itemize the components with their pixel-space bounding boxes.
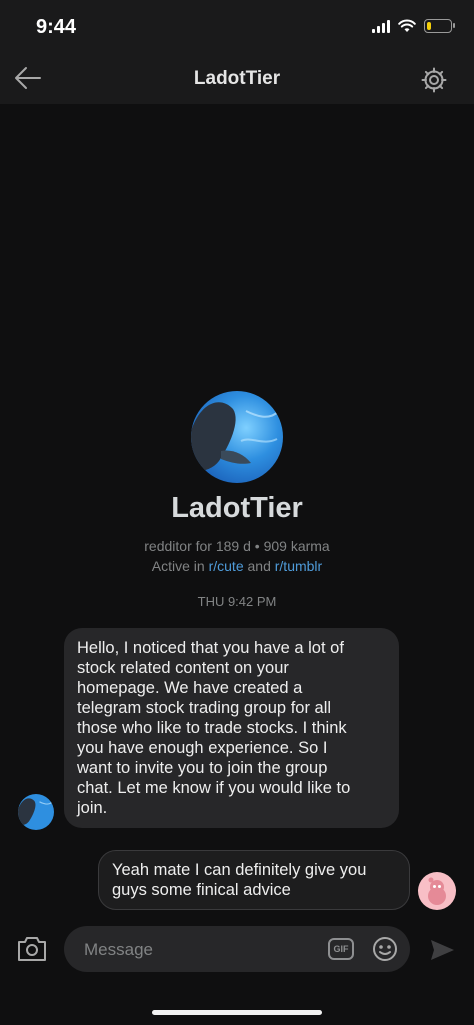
battery-icon [424, 19, 455, 33]
message-line: want to invite you to join the group [77, 759, 328, 777]
cellular-signal-icon [372, 19, 390, 33]
profile-active-communities: Active in r/cute and r/tumblr [0, 558, 474, 574]
active-join: and [243, 558, 275, 574]
status-time: 9:44 [36, 16, 77, 38]
message-line: you have enough experience. So I [77, 739, 328, 757]
profile-meta: redditor for 189 d • 909 karma [144, 538, 330, 554]
message-line: stock related content on your [77, 659, 289, 677]
subreddit-link-cute[interactable]: r/cute [209, 558, 244, 574]
battery-level [427, 22, 431, 30]
gear-icon[interactable] [420, 66, 448, 94]
message-line: guys some finical advice [112, 881, 291, 899]
my-avatar[interactable] [418, 872, 456, 910]
message-line: homepage. We have created a [77, 679, 303, 697]
send-icon[interactable] [428, 936, 456, 964]
home-indicator [152, 1010, 322, 1015]
message-line: those who like to trade stocks. I think [77, 719, 347, 737]
subreddit-link-tumblr[interactable]: r/tumblr [275, 558, 322, 574]
emoji-icon[interactable] [372, 936, 398, 962]
wifi-icon [398, 19, 416, 32]
sender-avatar[interactable] [18, 794, 54, 830]
message-line: Hello, I noticed that you have a lot of [77, 639, 344, 657]
message-line: join. [77, 799, 108, 817]
outgoing-message-bubble[interactable]: Yeah mate I can definitely give you guys… [98, 850, 410, 910]
status-bar: 9:44 [0, 0, 474, 54]
profile-name: LadotTier [171, 492, 303, 524]
message-line: telegram stock trading group for all [77, 699, 332, 717]
profile-avatar[interactable] [191, 391, 283, 483]
status-icons [372, 19, 455, 33]
chat-header: LadotTier [0, 54, 474, 104]
message-line: Yeah mate I can definitely give you [112, 861, 367, 879]
chat-title: LadotTier [193, 68, 281, 89]
message-line: chat. Let me know if you would like to [77, 779, 351, 797]
message-input[interactable]: Message GIF [64, 926, 410, 972]
gif-button[interactable]: GIF [328, 938, 354, 960]
message-timestamp: THU 9:42 PM [197, 594, 277, 609]
camera-icon[interactable] [16, 934, 48, 964]
active-prefix: Active in [151, 558, 209, 574]
incoming-message-bubble[interactable]: Hello, I noticed that you have a lot of … [64, 628, 399, 828]
message-placeholder: Message [84, 940, 153, 959]
